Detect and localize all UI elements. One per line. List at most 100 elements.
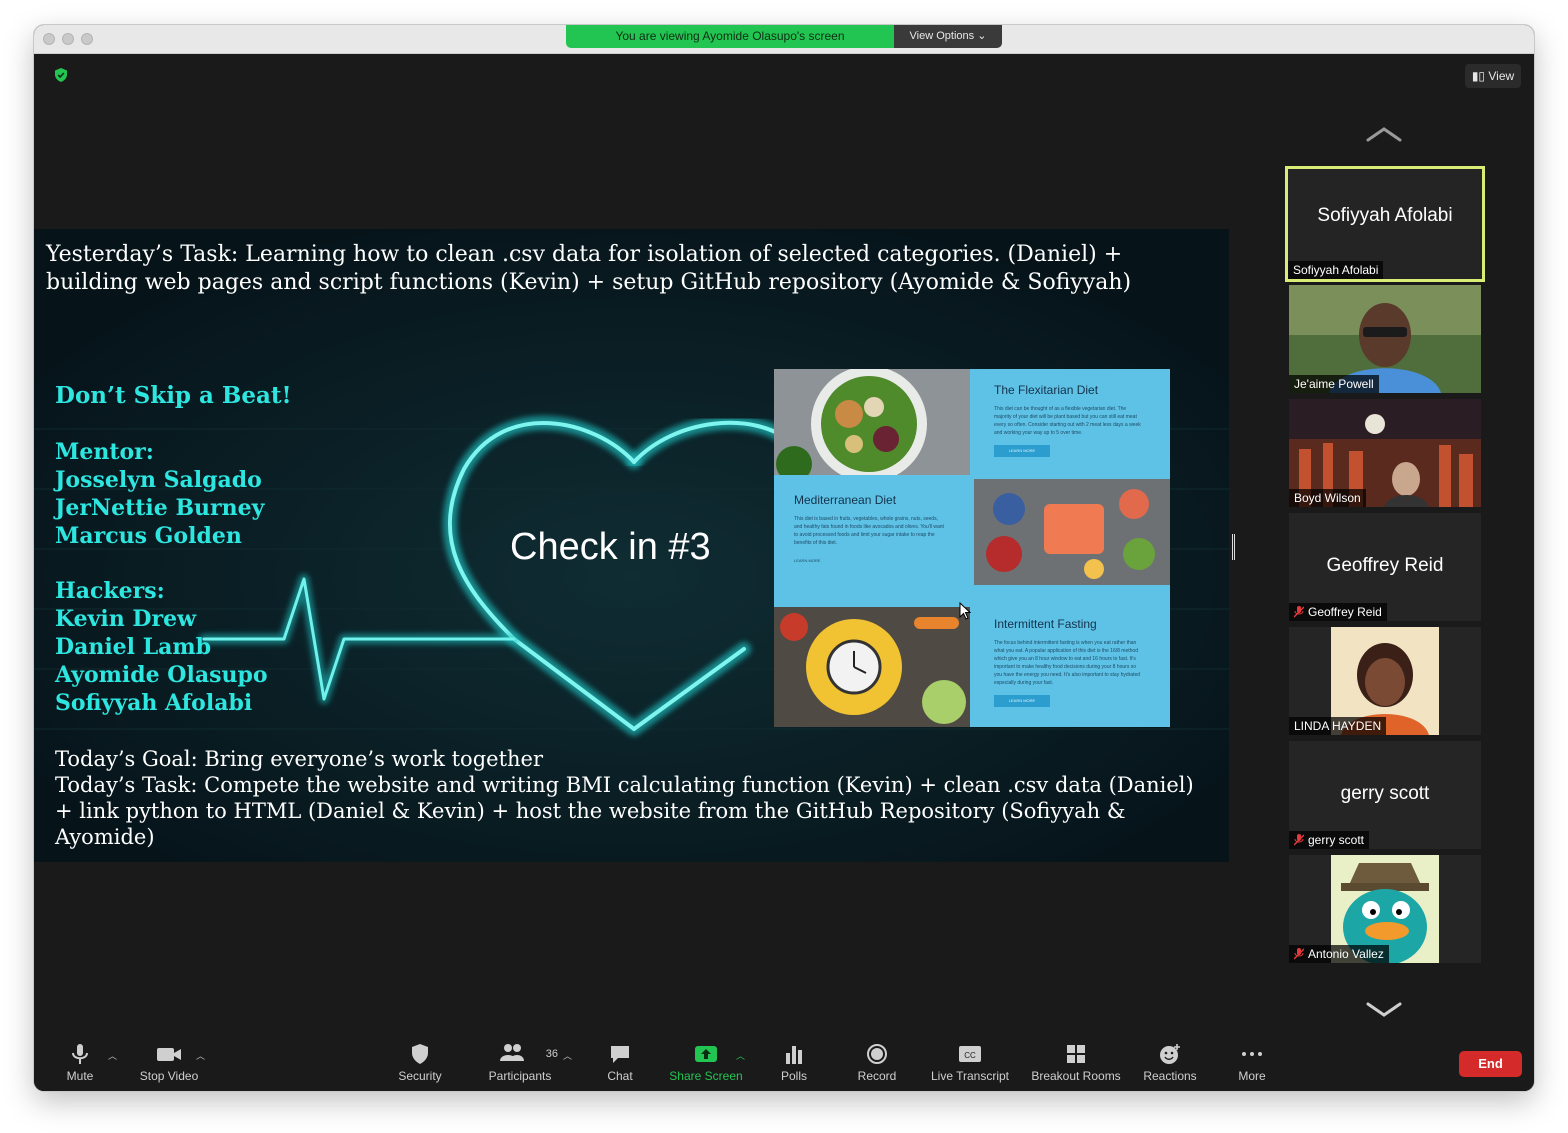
more-label: More [1238,1069,1266,1083]
panel-resize-handle[interactable] [1232,534,1235,560]
video-options-chevron-icon[interactable]: ︿ [196,1049,205,1062]
record-button[interactable]: Record [852,1043,902,1083]
scroll-up-chevron-icon[interactable] [1364,124,1404,144]
learn-more-button[interactable]: LEARN MORE [994,695,1050,707]
diet-card-text: This diet can be thought of as a flexibl… [994,406,1141,436]
clock-vegetables-image [774,607,970,727]
video-camera-icon [157,1048,181,1061]
hacker-name: Sofiyyah Afolabi [55,690,253,716]
participant-name-tag: gerry scott [1289,831,1370,849]
live-transcript-button[interactable]: CC Live Transcript [926,1043,1014,1083]
share-screen-button[interactable]: Share Screen [666,1043,746,1083]
diet-card-flexitarian: The Flexitarian Diet This diet can be th… [994,383,1144,457]
polls-label: Polls [780,1069,807,1083]
participants-button[interactable]: 36 Participants [482,1043,558,1083]
muted-mic-icon [1294,606,1304,618]
chat-button[interactable]: Chat [600,1043,640,1083]
learn-more-button[interactable]: LEARN MORE [794,555,850,567]
diet-card-title: Mediterranean Diet [794,493,897,507]
polls-button[interactable]: Polls [774,1043,814,1083]
participant-display-name: Geoffrey Reid [1326,555,1444,576]
mentor-name: Marcus Golden [55,523,242,549]
participant-tile-antonio[interactable]: Antonio Vallez [1289,855,1481,963]
muted-mic-icon [1294,834,1304,846]
learn-more-button[interactable]: LEARN MORE [994,445,1050,457]
participant-display-name: gerry scott [1340,783,1430,804]
view-label: View [1488,69,1515,83]
hacker-name: Ayomide Olasupo [55,662,268,688]
website-preview: The Flexitarian Diet This diet can be th… [774,369,1170,727]
title-bar: You are viewing Ayomide Olasupo's screen… [34,25,1534,54]
chevron-down-icon: ⌄ [977,30,987,42]
participant-name: Antonio Vallez [1308,947,1384,961]
hackers-label: Hackers: [55,578,165,604]
participant-name: gerry scott [1308,833,1365,847]
participant-tile-geoffrey[interactable]: Geoffrey Reid Geoffrey Reid [1289,513,1481,621]
audio-options-chevron-icon[interactable]: ︿ [108,1049,117,1062]
record-icon [867,1044,887,1064]
participant-name: LINDA HAYDEN [1294,719,1382,733]
encryption-shield-icon[interactable] [54,68,68,82]
participants-label: Participants [488,1069,552,1083]
today-goal: Today’s Goal: Bring everyone’s work toge… [55,747,543,771]
layout-icon: ▮▯ [1471,69,1486,83]
mentor-label: Mentor: [55,439,154,465]
zoom-window: You are viewing Ayomide Olasupo's screen… [34,25,1534,1091]
breakout-rooms-button[interactable]: Breakout Rooms [1028,1043,1124,1083]
participant-name: Geoffrey Reid [1308,605,1382,619]
mouse-cursor-icon [959,602,971,620]
participant-name-tag: Sofiyyah Afolabi [1288,261,1384,279]
participant-name: Je'aime Powell [1294,377,1374,391]
view-options-label: View Options [909,30,975,42]
shared-screen: Yesterday’s Task: Learning how to clean … [34,229,1229,862]
breakout-rooms-icon [1067,1045,1085,1063]
participant-tile-linda[interactable]: LINDA HAYDEN [1289,627,1481,735]
shield-icon [412,1044,428,1064]
share-screen-icon [695,1046,717,1062]
diet-card-text: This diet is based in fruits, vegetables… [794,516,944,546]
svg-text:CC: CC [964,1051,976,1060]
participant-tile-boyd[interactable]: Boyd Wilson [1289,399,1481,507]
diet-card-intermittent-fasting: Intermittent Fasting The focus behind in… [994,617,1144,707]
share-options-chevron-icon[interactable]: ︿ [736,1049,745,1062]
close-window-button[interactable] [43,33,55,45]
reactions-label: Reactions [1143,1069,1197,1083]
view-layout-button[interactable]: ▮▯ View [1465,64,1521,88]
end-meeting-button[interactable]: End [1459,1051,1522,1077]
smiley-plus-icon [1160,1044,1180,1064]
mentor-name: Josselyn Salgado [55,467,262,493]
mentor-name: JerNettie Burney [55,495,265,521]
participant-name-tag: Boyd Wilson [1289,489,1366,507]
view-options-button[interactable]: View Options ⌄ [894,25,1002,48]
today-task: Today’s Task: Compete the website and wr… [55,773,1194,849]
today-goal-text: Today’s Goal: Bring everyone’s work toge… [55,746,1215,850]
participant-name-tag: Antonio Vallez [1289,945,1389,963]
scroll-down-chevron-icon[interactable] [1364,1000,1404,1020]
live-transcript-label: Live Transcript [930,1069,1010,1083]
reactions-button[interactable]: Reactions [1140,1043,1200,1083]
security-button[interactable]: Security [392,1043,448,1083]
share-screen-label: Share Screen [669,1069,743,1083]
participant-tile-sofiyyah[interactable]: Sofiyyah Afolabi Sofiyyah Afolabi [1285,166,1485,282]
participants-options-chevron-icon[interactable]: ︿ [563,1049,572,1062]
participant-name: Boyd Wilson [1294,491,1361,505]
participants-icon [500,1044,525,1061]
polls-bar-icon [786,1046,802,1064]
more-button[interactable]: More [1230,1043,1274,1083]
zoom-window-button[interactable] [81,33,93,45]
mute-button[interactable]: Mute [54,1043,106,1083]
hacker-name: Kevin Drew [55,606,197,632]
closed-captions-icon: CC [959,1046,981,1062]
record-label: Record [857,1069,897,1083]
participants-count: 36 [545,1048,558,1060]
screen-share-banner: You are viewing Ayomide Olasupo's screen… [566,25,1002,48]
participant-display-name: Sofiyyah Afolabi [1317,205,1453,226]
participant-tile-jeaime[interactable]: Je'aime Powell [1289,285,1481,393]
stop-video-button[interactable]: Stop Video [134,1043,204,1083]
stop-video-label: Stop Video [139,1069,199,1083]
participant-name-tag: LINDA HAYDEN [1289,717,1387,735]
more-dots-icon [1242,1052,1262,1056]
participant-tile-gerry[interactable]: gerry scott gerry scott [1289,741,1481,849]
minimize-window-button[interactable] [62,33,74,45]
diet-card-text: The focus behind intermittent fasting is… [994,640,1141,686]
